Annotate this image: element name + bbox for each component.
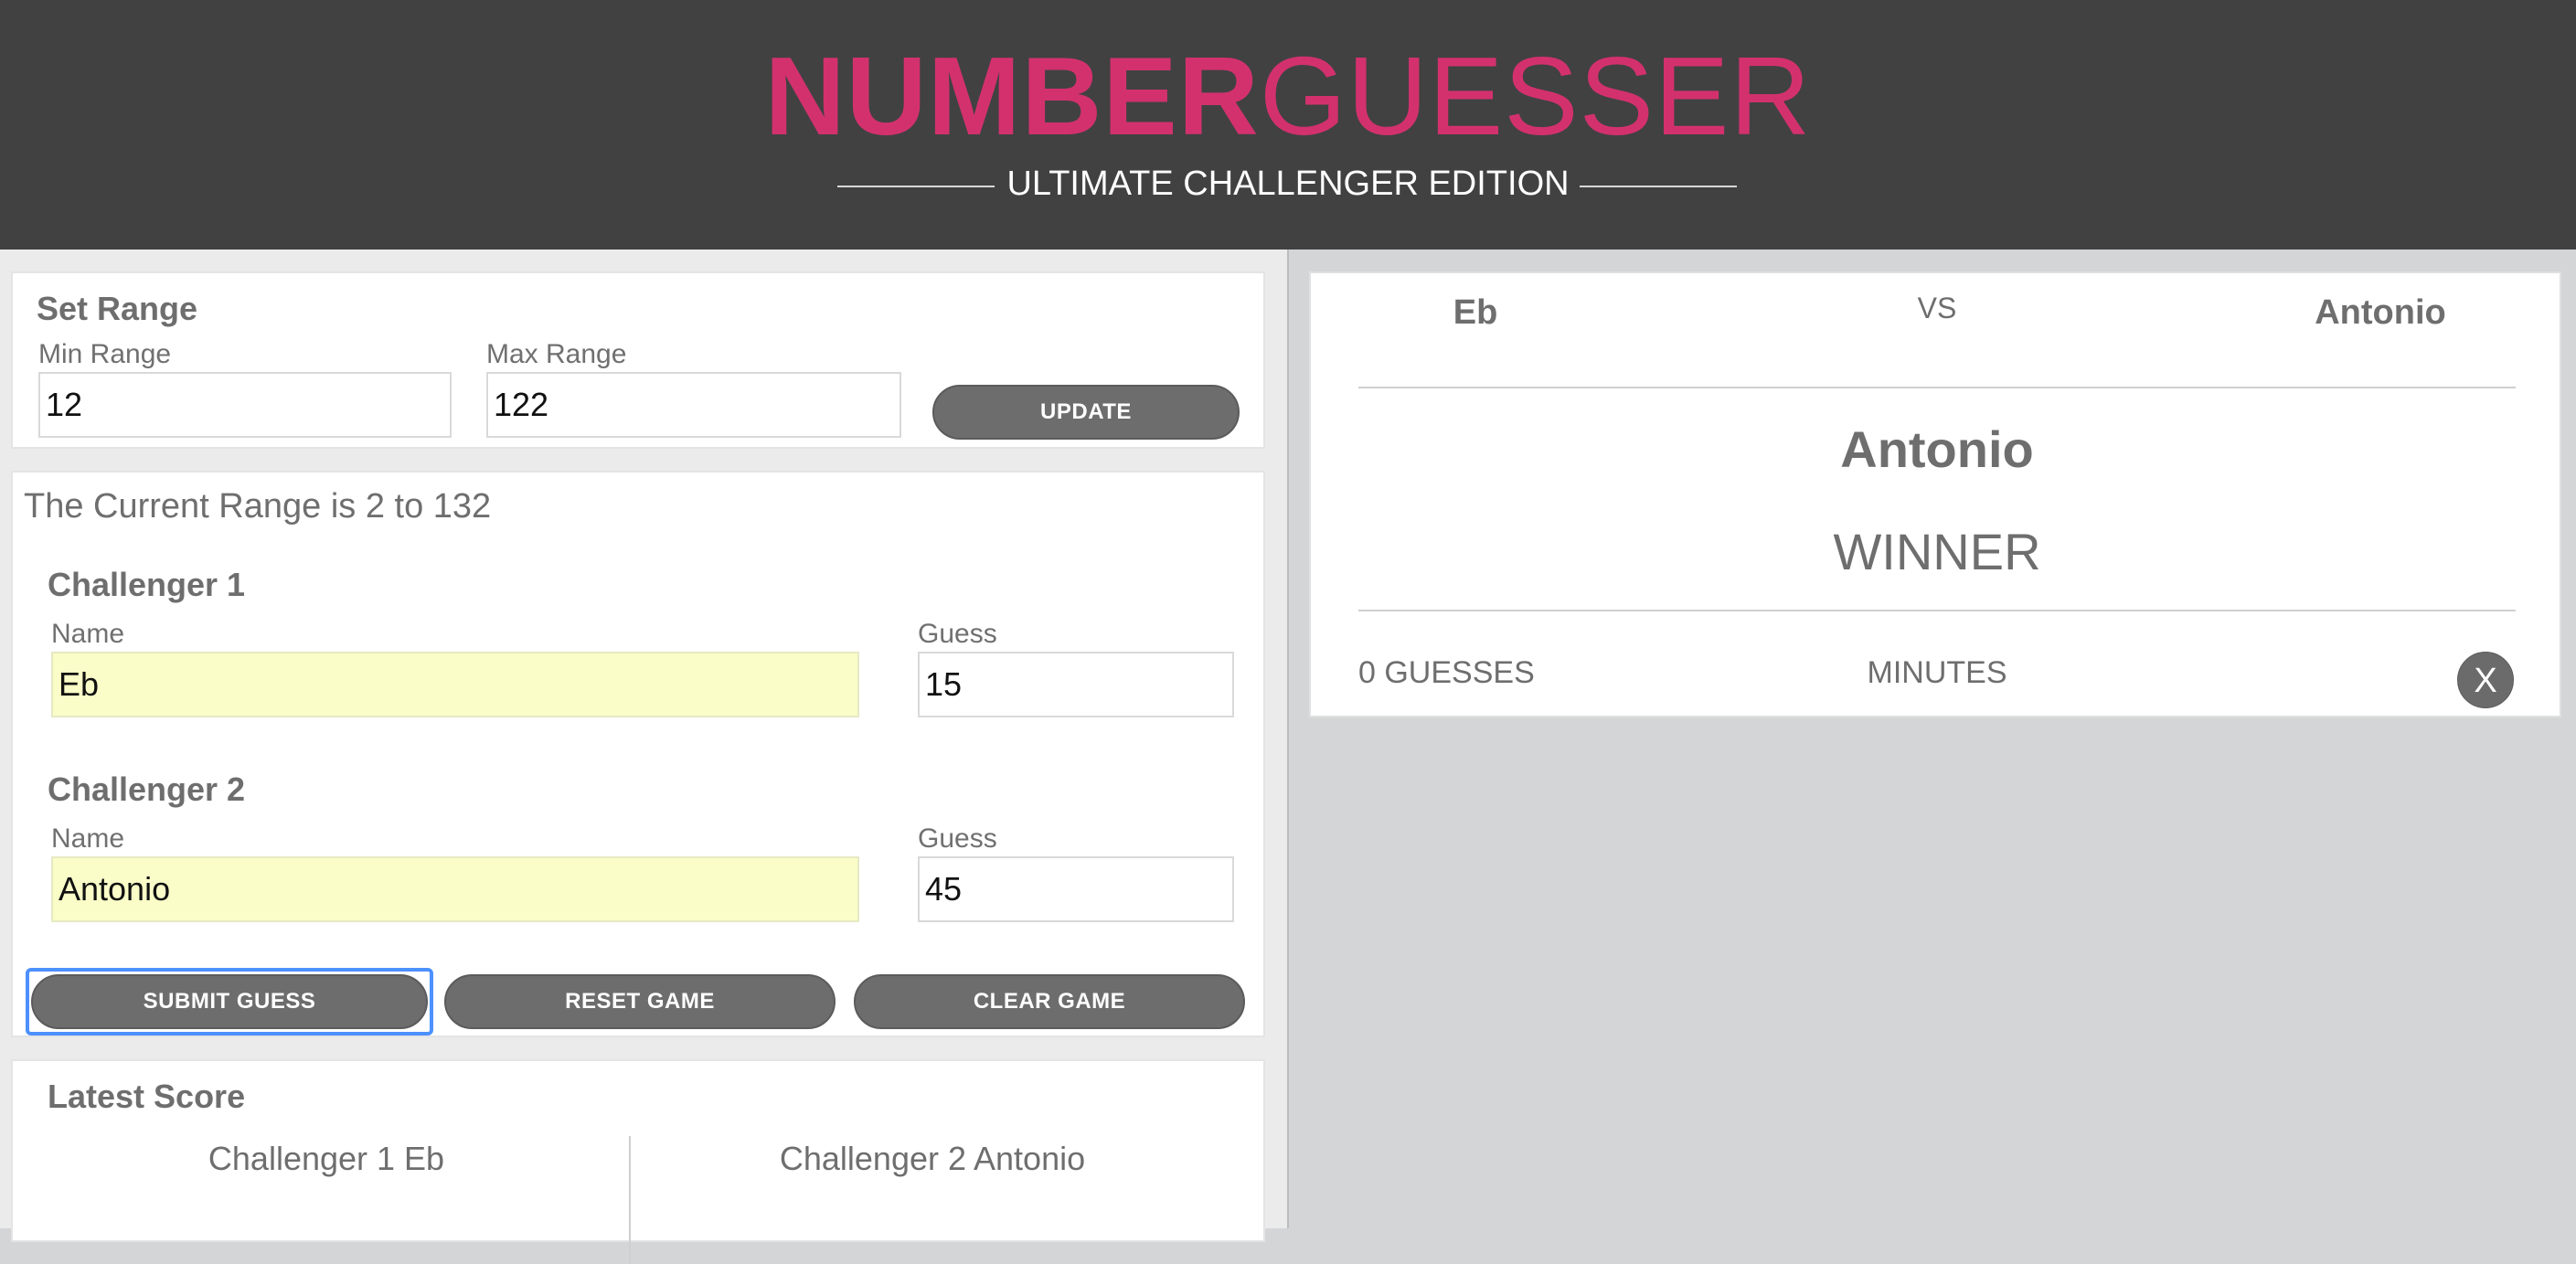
max-range-input[interactable] — [486, 372, 901, 438]
challenger2-guess-label: Guess — [918, 823, 997, 854]
challenger1-name-input[interactable] — [51, 652, 859, 717]
challenger2-name-label: Name — [51, 823, 125, 854]
winner-label: WINNER — [1833, 523, 2041, 580]
winner-name: Antonio — [1840, 420, 2034, 478]
game-card: The Current Range is 2 to 132 Challenger… — [11, 471, 1265, 1037]
result-card: Eb VS Antonio Antonio WINNER 0 GUESSES M… — [1309, 271, 2561, 717]
current-range-text: The Current Range is 2 to 132 — [24, 487, 492, 526]
result-player2: Antonio — [2315, 293, 2446, 332]
challenger1-title: Challenger 1 — [48, 566, 246, 603]
brand-light: GUESSER — [1259, 34, 1812, 158]
challenger2-title: Challenger 2 — [48, 770, 246, 808]
set-range-title: Set Range — [37, 290, 198, 327]
challenger2-guess-input[interactable] — [918, 856, 1234, 922]
latest-score-card: Latest Score Challenger 1 Eb Challenger … — [11, 1059, 1265, 1264]
latest-score-challenger2: Challenger 2 Antonio — [779, 1140, 1086, 1177]
app-header: NUMBERGUESSER ULTIMATE CHALLENGER EDITIO… — [0, 0, 2576, 250]
app-logo: NUMBERGUESSER — [0, 37, 2576, 155]
set-range-card: Set Range Min Range Max Range UPDATE — [11, 271, 1265, 449]
latest-score-title: Latest Score — [48, 1078, 246, 1115]
challenger1-name-label: Name — [51, 619, 125, 649]
edition-subtitle: ULTIMATE CHALLENGER EDITION — [1006, 165, 1570, 203]
min-range-label: Min Range — [38, 339, 172, 369]
latest-score-challenger1: Challenger 1 Eb — [208, 1140, 445, 1177]
close-icon[interactable]: X — [2457, 652, 2514, 708]
submit-guess-button[interactable]: SUBMIT GUESS — [31, 974, 428, 1029]
update-button[interactable]: UPDATE — [932, 385, 1240, 440]
clear-game-button[interactable]: CLEAR GAME — [854, 974, 1245, 1029]
result-divider-bottom — [1358, 610, 2516, 611]
brand-bold: NUMBER — [764, 34, 1260, 158]
minutes-label: MINUTES — [1867, 655, 2007, 690]
edition-rule-right — [1580, 186, 1737, 187]
max-range-label: Max Range — [486, 339, 627, 369]
result-divider-top — [1358, 387, 2516, 388]
challenger2-name-input[interactable] — [51, 856, 859, 922]
min-range-input[interactable] — [38, 372, 452, 438]
challenger1-guess-input[interactable] — [918, 652, 1234, 717]
reset-game-button[interactable]: RESET GAME — [444, 974, 836, 1029]
challenger1-guess-label: Guess — [918, 619, 997, 649]
